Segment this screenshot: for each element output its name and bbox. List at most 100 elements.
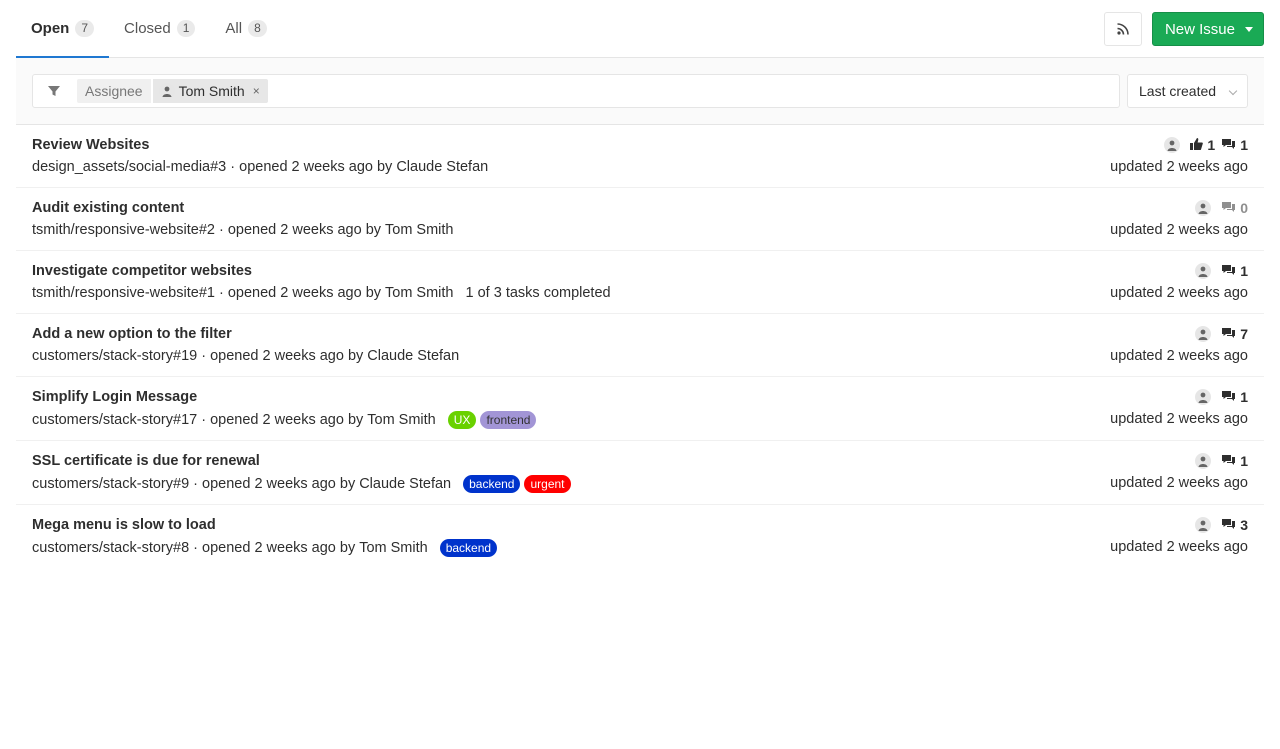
tab-all[interactable]: All 8 — [210, 0, 281, 57]
new-issue-button[interactable]: New Issue — [1151, 12, 1264, 46]
issue-author[interactable]: Tom Smith — [359, 540, 428, 556]
issue-title[interactable]: Simplify Login Message — [32, 389, 197, 405]
sort-selected: Last created — [1139, 83, 1217, 99]
issue-stats: 1 — [1195, 263, 1248, 279]
assignee-avatar[interactable] — [1195, 263, 1212, 279]
issue-updated: updated 2 weeks ago — [1110, 475, 1248, 491]
issue-updated: updated 2 weeks ago — [1110, 285, 1248, 301]
issue-stats: 7 — [1195, 326, 1248, 342]
assignee-avatar[interactable] — [1195, 200, 1212, 216]
assignee-avatar[interactable] — [1195, 517, 1212, 533]
issue-row[interactable]: Add a new option to the filter customers/… — [16, 314, 1264, 377]
comments[interactable]: 7 — [1221, 326, 1248, 342]
issue-meta: customers/stack-story#19 · opened 2 week… — [32, 348, 459, 364]
issue-reference[interactable]: design_assets/social-media#3 — [32, 159, 226, 175]
issue-label[interactable]: frontend — [480, 411, 537, 429]
tab-count: 8 — [248, 20, 267, 37]
comments[interactable]: 1 — [1221, 389, 1248, 405]
issue-author[interactable]: Claude Stefan — [367, 348, 459, 364]
issue-meta: tsmith/responsive-website#1 · opened 2 w… — [32, 285, 611, 301]
issue-label[interactable]: backend — [439, 539, 498, 557]
tab-open[interactable]: Open 7 — [16, 0, 110, 58]
sort-dropdown[interactable]: Last created — [1127, 74, 1248, 108]
issue-reference[interactable]: customers/stack-story#9 — [32, 476, 189, 492]
token-value: Tom Smith × — [152, 79, 268, 103]
issue-stats: 0 — [1195, 200, 1248, 216]
issue-title[interactable]: Add a new option to the filter — [32, 326, 232, 342]
issue-stats: 3 — [1195, 517, 1248, 533]
issue-reference[interactable]: customers/stack-story#8 — [32, 540, 189, 556]
comments-icon — [1221, 200, 1236, 216]
issue-state-tabs: Open 7 Closed 1 All 8 — [16, 0, 1264, 58]
issue-opened: · opened 2 weeks ago by — [197, 412, 364, 428]
tab-label: All — [225, 20, 243, 37]
filter-bar: Assignee Tom Smith × Last created — [16, 58, 1264, 125]
issue-label[interactable]: urgent — [524, 475, 571, 493]
comments[interactable]: 3 — [1221, 517, 1248, 533]
comments[interactable]: 0 — [1221, 200, 1248, 216]
issue-updated: updated 2 weeks ago — [1110, 411, 1248, 427]
tab-closed[interactable]: Closed 1 — [109, 0, 210, 57]
issue-meta: design_assets/social-media#3 · opened 2 … — [32, 159, 488, 175]
issue-title[interactable]: SSL certificate is due for renewal — [32, 453, 260, 469]
issue-author[interactable]: Tom Smith — [385, 222, 454, 238]
comment-count: 0 — [1240, 200, 1248, 216]
issue-opened: · opened 2 weeks ago by — [214, 285, 382, 301]
upvote-count: 1 — [1207, 137, 1216, 153]
issue-author[interactable]: Claude Stefan — [396, 159, 488, 175]
close-icon[interactable]: × — [253, 84, 260, 98]
issue-row[interactable]: Simplify Login Message customers/stack-st… — [16, 377, 1264, 441]
chevron-down-icon — [1228, 86, 1238, 96]
upvotes[interactable]: 1 — [1190, 137, 1215, 153]
caret-down-icon[interactable] — [1245, 26, 1253, 32]
comments-icon — [1221, 326, 1236, 342]
issue-row[interactable]: SSL certificate is due for renewal custom… — [16, 441, 1264, 505]
comment-count: 1 — [1240, 389, 1248, 405]
assignee-avatar[interactable] — [1164, 137, 1181, 153]
issue-stats: 11 — [1164, 137, 1248, 153]
issue-label[interactable]: backend — [463, 475, 521, 493]
comments[interactable]: 1 — [1221, 137, 1248, 153]
comment-count: 3 — [1240, 517, 1248, 533]
assignee-avatar[interactable] — [1195, 326, 1212, 342]
assignee-avatar[interactable] — [1195, 389, 1212, 405]
comments-icon — [1221, 137, 1236, 153]
tab-count: 7 — [75, 20, 95, 37]
rss-feed-button[interactable] — [1103, 12, 1142, 46]
issue-row[interactable]: Mega menu is slow to load customers/stack… — [16, 505, 1264, 569]
issue-row[interactable]: Review Websites design_assets/social-medi… — [16, 125, 1264, 188]
issue-title[interactable]: Audit existing content — [32, 200, 184, 216]
issue-row[interactable]: Investigate competitor websites tsmith/re… — [16, 251, 1264, 314]
issue-reference[interactable]: tsmith/responsive-website#1 — [32, 285, 215, 301]
filter-icon[interactable] — [47, 84, 61, 98]
assignee-filter-token[interactable]: Assignee Tom Smith × — [77, 79, 268, 103]
issue-stats: 1 — [1195, 453, 1248, 469]
issue-labels: backend urgent — [463, 475, 571, 493]
issue-reference[interactable]: customers/stack-story#17 — [32, 412, 197, 428]
issue-opened: · opened 2 weeks ago by — [189, 476, 356, 492]
issue-title[interactable]: Mega menu is slow to load — [32, 517, 216, 533]
issue-updated: updated 2 weeks ago — [1110, 159, 1248, 175]
token-name: Assignee — [77, 79, 151, 103]
issue-labels: backend — [439, 539, 498, 557]
assignee-avatar[interactable] — [1195, 453, 1212, 469]
issue-row[interactable]: Audit existing content tsmith/responsive-… — [16, 188, 1264, 251]
issue-updated: updated 2 weeks ago — [1110, 222, 1248, 238]
rss-icon — [1117, 23, 1129, 35]
comments[interactable]: 1 — [1221, 453, 1248, 469]
comments[interactable]: 1 — [1221, 263, 1248, 279]
issue-labels: UX frontend — [447, 411, 537, 429]
issue-title[interactable]: Investigate competitor websites — [32, 263, 252, 279]
issue-opened: · opened 2 weeks ago by — [189, 540, 356, 556]
issue-label[interactable]: UX — [447, 411, 477, 429]
issue-author[interactable]: Tom Smith — [367, 412, 436, 428]
filtered-search-input[interactable]: Assignee Tom Smith × — [32, 74, 1120, 108]
issue-author[interactable]: Tom Smith — [385, 285, 454, 301]
tab-label: Open — [31, 20, 70, 37]
comments-icon — [1221, 389, 1236, 405]
issue-title[interactable]: Review Websites — [32, 137, 149, 153]
issue-reference[interactable]: customers/stack-story#19 — [32, 348, 197, 364]
issue-list: Review Websites design_assets/social-medi… — [16, 125, 1264, 569]
issue-author[interactable]: Claude Stefan — [359, 476, 451, 492]
issue-reference[interactable]: tsmith/responsive-website#2 — [32, 222, 215, 238]
